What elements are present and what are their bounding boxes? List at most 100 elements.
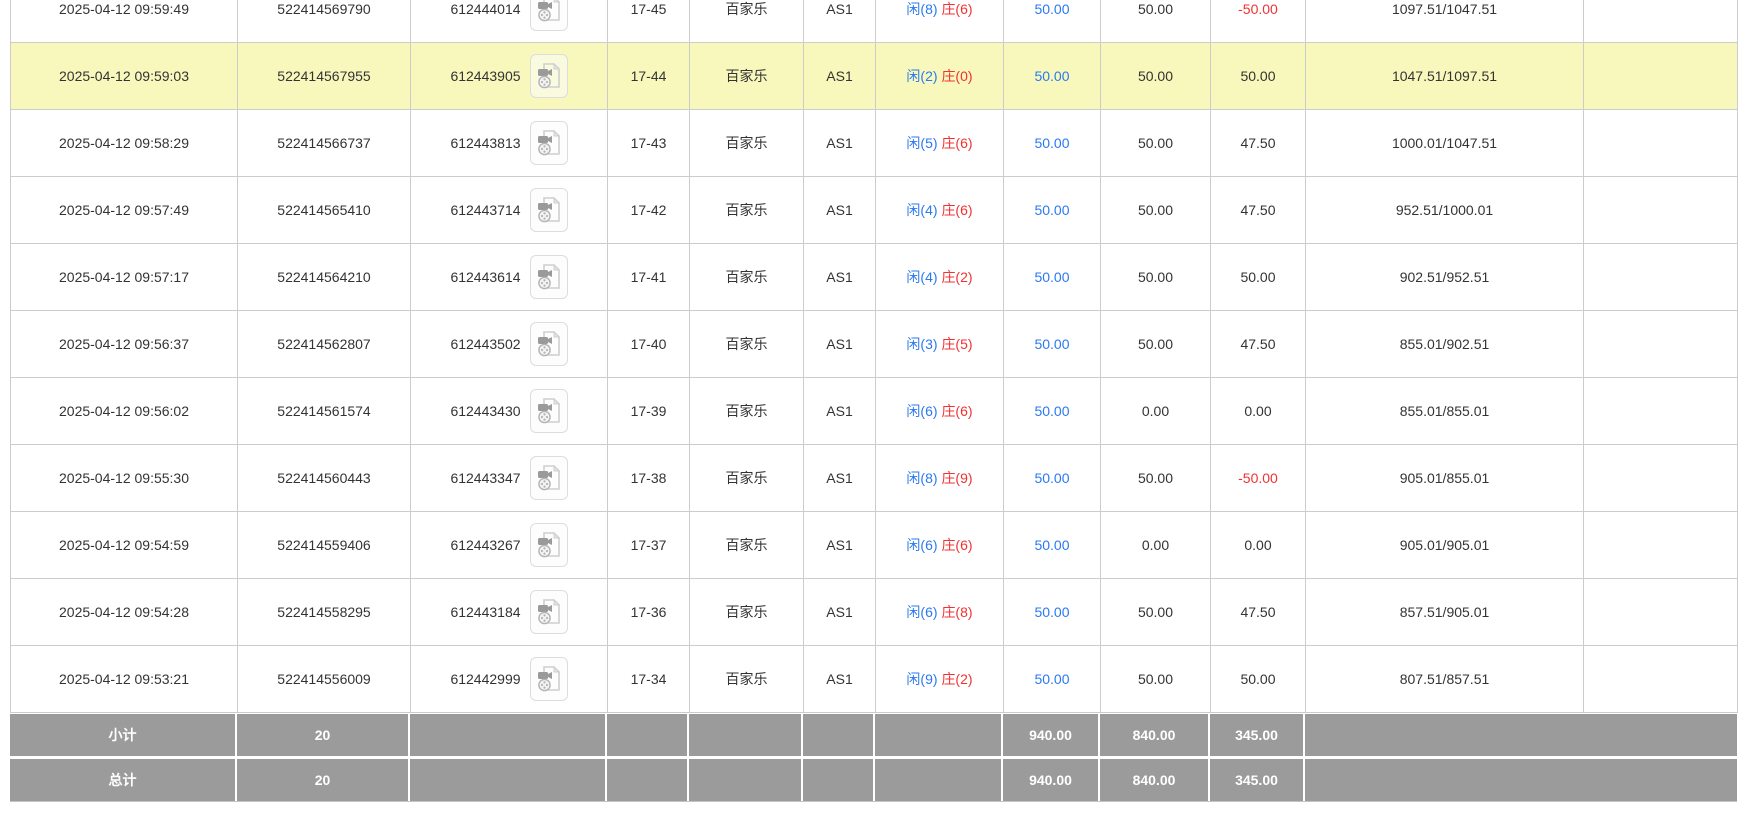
cell-action-empty <box>1584 445 1738 512</box>
result-player: 闲(2) <box>906 68 937 84</box>
table-row[interactable]: 2025-04-12 09:56:02 522414561574 6124434… <box>11 378 1738 445</box>
cell-bet-amount: 50.00 <box>1004 43 1101 110</box>
cell-result: 闲(9) 庄(2) <box>876 646 1004 713</box>
cell-round-no: 17-37 <box>608 512 690 579</box>
cell-balance: 905.01/855.01 <box>1306 445 1584 512</box>
cell-action-empty <box>1584 378 1738 445</box>
video-replay-button[interactable] <box>530 389 568 433</box>
cell-table-name: AS1 <box>804 512 876 579</box>
cell-round-no: 17-43 <box>608 110 690 177</box>
bet-amount-link[interactable]: 50.00 <box>1034 68 1069 84</box>
cell-win-loss: 47.50 <box>1211 110 1306 177</box>
cell-round-no: 17-39 <box>608 378 690 445</box>
result-player: 闲(6) <box>906 403 937 419</box>
video-replay-button[interactable] <box>530 0 568 31</box>
cell-bet-time: 2025-04-12 09:54:28 <box>11 579 238 646</box>
cell-round-id: 612443905 <box>411 43 608 110</box>
bet-amount-link[interactable]: 50.00 <box>1034 135 1069 151</box>
cell-bet-time: 2025-04-12 09:56:37 <box>11 311 238 378</box>
summary-label: 总计 <box>10 759 237 801</box>
table-row[interactable]: 2025-04-12 09:58:29 522414566737 6124438… <box>11 110 1738 177</box>
cell-round-id: 612443430 <box>411 378 608 445</box>
result-player: 闲(6) <box>906 604 937 620</box>
round-id-text: 612443430 <box>450 403 520 419</box>
cell-result: 闲(6) 庄(6) <box>876 512 1004 579</box>
video-replay-button[interactable] <box>530 657 568 701</box>
summary-row: 总计 20 940.00 840.00 345.00 <box>10 759 1737 801</box>
bet-amount-link[interactable]: 50.00 <box>1034 269 1069 285</box>
cell-round-no: 17-38 <box>608 445 690 512</box>
bet-amount-link[interactable]: 50.00 <box>1034 336 1069 352</box>
result-player: 闲(6) <box>906 537 937 553</box>
video-replay-button[interactable] <box>530 456 568 500</box>
result-player: 闲(8) <box>906 470 937 486</box>
summary-count: 20 <box>237 714 410 756</box>
video-file-icon <box>537 531 561 559</box>
cell-bet-id: 522414556009 <box>238 646 411 713</box>
round-id-text: 612443714 <box>450 202 520 218</box>
bet-amount-link[interactable]: 50.00 <box>1034 537 1069 553</box>
cell-bet-time: 2025-04-12 09:54:59 <box>11 512 238 579</box>
table-footer: 小计 20 940.00 840.00 345.00 总计 20 940.00 … <box>10 714 1737 801</box>
video-replay-button[interactable] <box>530 523 568 567</box>
cell-round-no: 17-44 <box>608 43 690 110</box>
bet-amount-link[interactable]: 50.00 <box>1034 470 1069 486</box>
bet-amount-link[interactable]: 50.00 <box>1034 1 1069 17</box>
bet-amount-link[interactable]: 50.00 <box>1034 403 1069 419</box>
cell-win-loss: 47.50 <box>1211 579 1306 646</box>
result-banker: 庄(2) <box>941 269 972 285</box>
cell-bet-time: 2025-04-12 09:55:30 <box>11 445 238 512</box>
cell-result: 闲(2) 庄(0) <box>876 43 1004 110</box>
video-replay-button[interactable] <box>530 255 568 299</box>
cell-valid-amount: 50.00 <box>1101 110 1211 177</box>
cell-round-id: 612443714 <box>411 177 608 244</box>
round-id-text: 612443184 <box>450 604 520 620</box>
video-replay-button[interactable] <box>530 322 568 366</box>
cell-valid-amount: 50.00 <box>1101 0 1211 43</box>
cell-balance: 857.51/905.01 <box>1306 579 1584 646</box>
video-replay-button[interactable] <box>530 188 568 232</box>
cell-action-empty <box>1584 311 1738 378</box>
video-replay-button[interactable] <box>530 121 568 165</box>
cell-valid-amount: 0.00 <box>1101 378 1211 445</box>
bet-amount-link[interactable]: 50.00 <box>1034 671 1069 687</box>
round-id-text: 612444014 <box>450 1 520 17</box>
cell-bet-amount: 50.00 <box>1004 110 1101 177</box>
cell-bet-id: 522414565410 <box>238 177 411 244</box>
result-player: 闲(4) <box>906 269 937 285</box>
cell-table-name: AS1 <box>804 244 876 311</box>
summary-bet-total: 940.00 <box>1003 714 1100 756</box>
video-replay-button[interactable] <box>530 590 568 634</box>
table-row[interactable]: 2025-04-12 09:57:49 522414565410 6124437… <box>11 177 1738 244</box>
cell-game-type: 百家乐 <box>690 0 804 43</box>
table-row[interactable]: 2025-04-12 09:57:17 522414564210 6124436… <box>11 244 1738 311</box>
video-replay-button[interactable] <box>530 54 568 98</box>
cell-valid-amount: 50.00 <box>1101 177 1211 244</box>
summary-label: 小计 <box>10 714 237 756</box>
bet-amount-link[interactable]: 50.00 <box>1034 202 1069 218</box>
cell-valid-amount: 50.00 <box>1101 445 1211 512</box>
cell-bet-time: 2025-04-12 09:59:03 <box>11 43 238 110</box>
cell-bet-time: 2025-04-12 09:58:29 <box>11 110 238 177</box>
cell-win-loss: 0.00 <box>1211 512 1306 579</box>
table-row[interactable]: 2025-04-12 09:59:03 522414567955 6124439… <box>11 43 1738 110</box>
table-row[interactable]: 2025-04-12 09:59:49 522414569790 6124440… <box>11 0 1738 43</box>
table-row[interactable]: 2025-04-12 09:54:59 522414559406 6124432… <box>11 512 1738 579</box>
cell-game-type: 百家乐 <box>690 512 804 579</box>
cell-result: 闲(3) 庄(5) <box>876 311 1004 378</box>
cell-game-type: 百家乐 <box>690 110 804 177</box>
bet-amount-link[interactable]: 50.00 <box>1034 604 1069 620</box>
video-file-icon <box>537 665 561 693</box>
table-row[interactable]: 2025-04-12 09:55:30 522414560443 6124433… <box>11 445 1738 512</box>
table-row[interactable]: 2025-04-12 09:56:37 522414562807 6124435… <box>11 311 1738 378</box>
table-row[interactable]: 2025-04-12 09:54:28 522414558295 6124431… <box>11 579 1738 646</box>
table-row[interactable]: 2025-04-12 09:53:21 522414556009 6124429… <box>11 646 1738 713</box>
cell-table-name: AS1 <box>804 646 876 713</box>
cell-bet-time: 2025-04-12 09:53:21 <box>11 646 238 713</box>
cell-action-empty <box>1584 0 1738 43</box>
cell-valid-amount: 50.00 <box>1101 646 1211 713</box>
result-player: 闲(8) <box>906 1 937 17</box>
result-banker: 庄(6) <box>941 1 972 17</box>
summary-win-loss-total: 345.00 <box>1210 759 1305 801</box>
cell-bet-amount: 50.00 <box>1004 311 1101 378</box>
